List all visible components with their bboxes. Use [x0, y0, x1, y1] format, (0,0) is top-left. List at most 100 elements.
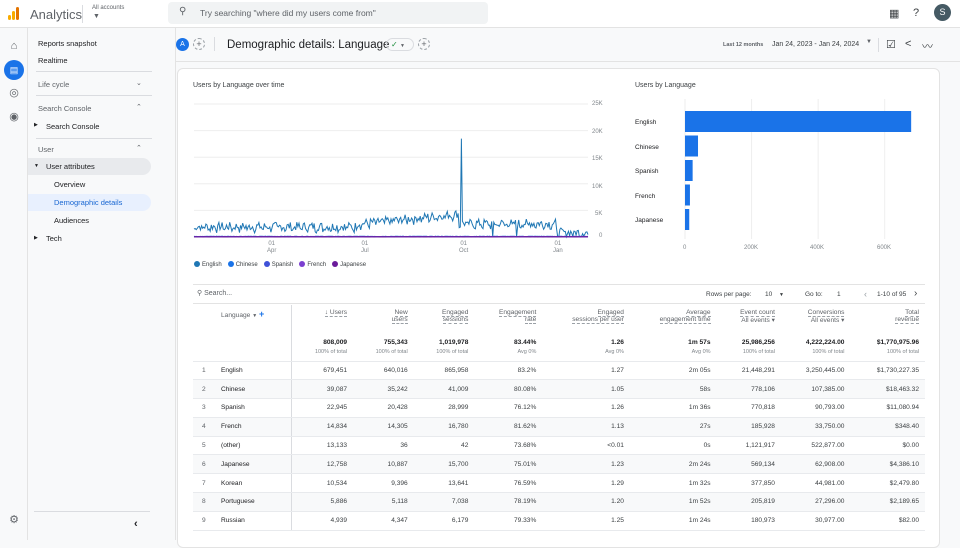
apps-grid-icon[interactable]: ▦: [889, 7, 899, 20]
next-page-icon[interactable]: ›: [914, 288, 917, 299]
nav-demographic-details[interactable]: Demographic details: [54, 198, 122, 207]
language-cell[interactable]: (other): [215, 436, 292, 455]
help-icon[interactable]: ?: [913, 7, 919, 19]
caret-down-icon[interactable]: ▼: [866, 39, 872, 45]
bar-english[interactable]: [685, 111, 911, 132]
language-cell[interactable]: Portuguese: [215, 493, 292, 512]
row-index: 9: [193, 511, 215, 530]
share-icon[interactable]: <: [905, 38, 911, 50]
nav-tech[interactable]: Tech: [46, 234, 62, 243]
legend-label: English: [202, 262, 222, 268]
bar-japanese[interactable]: [685, 209, 689, 230]
table-row[interactable]: 6Japanese12,75810,88715,70075.01%1.232m …: [193, 455, 925, 474]
col-header-conversions[interactable]: ConversionsAll events ▾: [781, 305, 850, 335]
nav-overview[interactable]: Overview: [54, 180, 85, 189]
x-tick-month: Apr: [267, 248, 276, 254]
caret-down-icon[interactable]: ▼: [252, 313, 257, 319]
col-header-sessions-per-user[interactable]: Engagedsessions per user: [542, 305, 630, 335]
add-dimension-icon[interactable]: +: [259, 309, 264, 319]
dimension-header[interactable]: Language ▼ +: [193, 305, 292, 335]
metric-cell: $2,479.80: [850, 474, 925, 493]
nav-section-search-console[interactable]: Search Console: [38, 104, 91, 113]
total-value: 4,222,224.00: [806, 339, 845, 346]
row-index: 7: [193, 474, 215, 493]
expand-arrow-icon[interactable]: ▶: [34, 122, 38, 128]
metric-cell: 205,819: [717, 493, 781, 512]
col-header-engaged-sessions[interactable]: Engagedsessions: [414, 305, 475, 335]
reports-icon[interactable]: ▤: [4, 60, 24, 80]
language-cell[interactable]: English: [215, 361, 292, 380]
date-range-picker[interactable]: Jan 24, 2023 - Jan 24, 2024: [772, 41, 859, 48]
col-header-engagement-rate[interactable]: Engagementrate: [474, 305, 542, 335]
nav-realtime[interactable]: Realtime: [38, 56, 68, 65]
chevron-up-icon[interactable]: ⌃: [136, 103, 142, 111]
table-row[interactable]: 9Russian4,9394,3476,17979.33%1.251m 24s1…: [193, 511, 925, 530]
chevron-down-icon[interactable]: ⌄: [136, 79, 142, 87]
prev-page-icon[interactable]: ‹: [864, 289, 867, 299]
bar-label: Japanese: [635, 217, 663, 224]
table-row[interactable]: 7Korean10,5349,39613,64176.59%1.291m 32s…: [193, 474, 925, 493]
insights-icon[interactable]: 〰: [922, 38, 933, 54]
pagination-label: 1-10 of 95: [877, 291, 906, 298]
language-cell[interactable]: Russian: [215, 511, 292, 530]
conversion-filter-select[interactable]: All events ▾: [811, 317, 845, 324]
home-icon[interactable]: ⌂: [7, 39, 21, 53]
caret-down-icon[interactable]: ▼: [779, 292, 784, 298]
table-row[interactable]: 4French14,83414,30516,78081.62%1.1327s18…: [193, 417, 925, 436]
metric-cell: 79.33%: [474, 511, 542, 530]
nav-section-user[interactable]: User: [38, 145, 54, 154]
bar-chinese[interactable]: [685, 136, 698, 157]
goto-input[interactable]: 1: [837, 291, 841, 298]
account-selector[interactable]: All accounts: [92, 5, 124, 11]
language-cell[interactable]: Spanish: [215, 399, 292, 418]
y-tick-label: 10K: [592, 184, 603, 190]
legend-item-japanese[interactable]: Japanese: [332, 261, 366, 268]
nav-reports-snapshot[interactable]: Reports snapshot: [38, 39, 97, 48]
bar-french[interactable]: [685, 185, 690, 206]
status-check-dropdown[interactable]: ✓ ▼: [386, 38, 414, 51]
series-line-english[interactable]: [194, 139, 588, 237]
language-cell[interactable]: Japanese: [215, 455, 292, 474]
nav-section-life-cycle[interactable]: Life cycle: [38, 80, 69, 89]
col-header-users[interactable]: ↓ Users: [292, 305, 353, 335]
col-header-event-count[interactable]: Event countAll events ▾: [717, 305, 781, 335]
legend-item-english[interactable]: English: [194, 261, 222, 268]
table-search-input[interactable]: ⚲ Search...: [197, 289, 232, 297]
chevron-up-icon[interactable]: ⌃: [136, 144, 142, 152]
col-header-new-users[interactable]: Newusers: [353, 305, 414, 335]
comparison-badge[interactable]: A: [176, 38, 189, 51]
legend-item-spanish[interactable]: Spanish: [264, 261, 294, 268]
col-header-total-revenue[interactable]: Totalrevenue: [850, 305, 925, 335]
caret-down-icon[interactable]: ▼: [93, 13, 100, 20]
expand-arrow-down-icon[interactable]: ▼: [34, 163, 39, 169]
table-row[interactable]: 8Portuguese5,8865,1187,03878.19%1.201m 5…: [193, 493, 925, 512]
add-filter-button[interactable]: +: [418, 38, 430, 50]
language-cell[interactable]: French: [215, 417, 292, 436]
nav-user-attributes[interactable]: User attributes: [46, 162, 95, 171]
total-cell: 1m 57sAvg 0%: [630, 335, 717, 361]
customize-report-icon[interactable]: ☑: [886, 38, 896, 51]
search-input[interactable]: ⚲ Try searching "where did my users come…: [168, 2, 488, 24]
metric-cell: 2m 24s: [630, 455, 717, 474]
nav-search-console[interactable]: Search Console: [46, 122, 99, 131]
collapse-sidebar-button[interactable]: ‹: [134, 518, 138, 530]
table-row[interactable]: 3Spanish22,94520,42828,99976.12%1.261m 3…: [193, 399, 925, 418]
add-comparison-button[interactable]: +: [193, 38, 205, 50]
language-cell[interactable]: Chinese: [215, 380, 292, 399]
bar-spanish[interactable]: [685, 160, 693, 181]
table-row[interactable]: 1English679,451640,016865,95883.2%1.272m…: [193, 361, 925, 380]
language-cell[interactable]: Korean: [215, 474, 292, 493]
explore-icon[interactable]: ◎: [7, 86, 21, 100]
avatar[interactable]: S: [934, 4, 951, 21]
legend-item-chinese[interactable]: Chinese: [228, 261, 258, 268]
col-header-avg-engagement-time[interactable]: Averageengagement time: [630, 305, 717, 335]
expand-arrow-icon[interactable]: ▶: [34, 235, 38, 241]
legend-item-french[interactable]: French: [299, 261, 326, 268]
table-row[interactable]: 5(other)13,133364273.68%<0.010s1,121,917…: [193, 436, 925, 455]
event-filter-select[interactable]: All events ▾: [741, 317, 775, 324]
table-row[interactable]: 2Chinese39,08735,24241,00980.08%1.0558s7…: [193, 380, 925, 399]
settings-icon[interactable]: ⚙: [7, 513, 21, 527]
nav-audiences[interactable]: Audiences: [54, 216, 89, 225]
rows-per-page-select[interactable]: 10: [765, 291, 772, 298]
advertising-icon[interactable]: ◉: [7, 110, 21, 124]
